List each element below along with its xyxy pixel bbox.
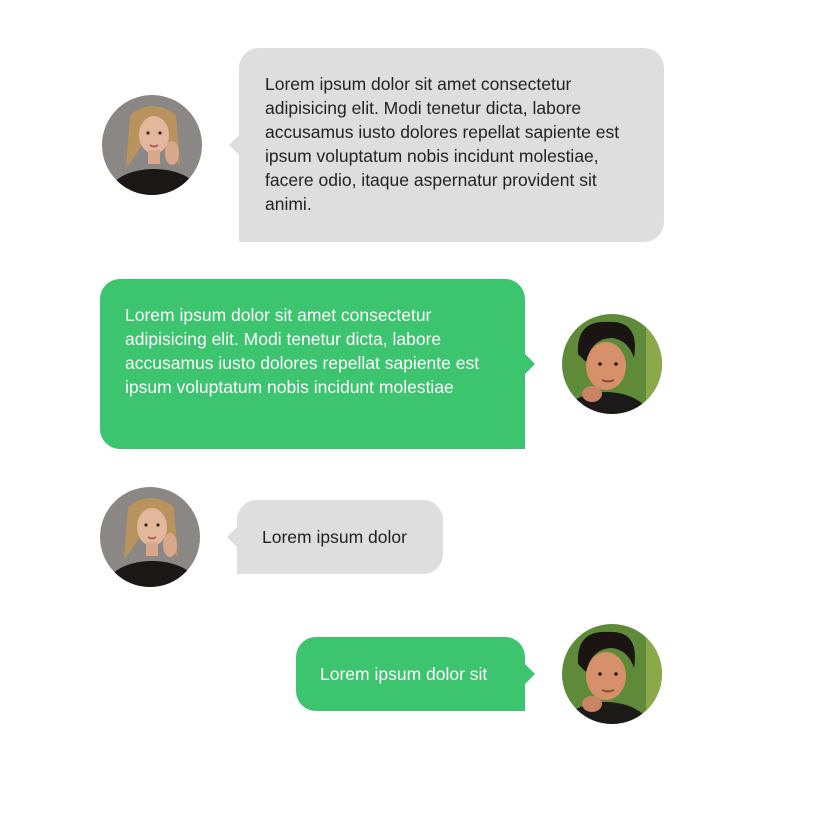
bubble-tail — [525, 664, 535, 684]
outgoing-message-bubble[interactable]: Lorem ipsum dolor sit amet consectetur a… — [100, 279, 525, 449]
bubble-tail — [525, 354, 535, 374]
chat-thread: Lorem ipsum dolor sit amet consectetur a… — [0, 0, 827, 831]
message-text: Lorem ipsum dolor sit amet consectetur a… — [125, 305, 480, 397]
incoming-message-bubble[interactable]: Lorem ipsum dolor sit amet consectetur a… — [239, 48, 664, 242]
incoming-message-bubble[interactable]: Lorem ipsum dolor — [237, 500, 443, 574]
outgoing-message-bubble[interactable]: Lorem ipsum dolor sit — [296, 637, 525, 711]
bubble-tail — [229, 135, 239, 155]
message-text: Lorem ipsum dolor sit amet consectetur a… — [265, 74, 620, 214]
message-text: Lorem ipsum dolor — [262, 527, 407, 547]
woman-avatar[interactable] — [102, 95, 202, 195]
bubble-tail — [227, 527, 237, 547]
woman-avatar[interactable] — [100, 487, 200, 587]
man-avatar[interactable] — [562, 314, 662, 414]
man-avatar[interactable] — [562, 624, 662, 724]
message-text: Lorem ipsum dolor sit — [320, 664, 488, 684]
